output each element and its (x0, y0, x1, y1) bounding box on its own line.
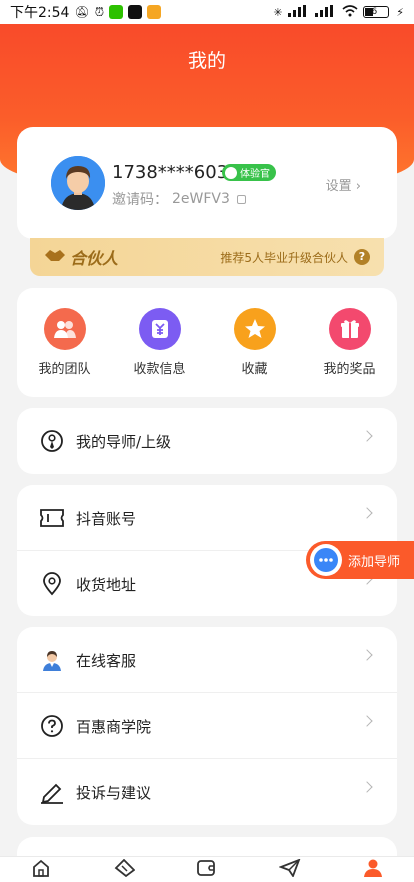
wechat-icon (109, 5, 124, 19)
nav-home[interactable] (0, 857, 83, 882)
page-title: 我的 (187, 50, 226, 72)
invite-label: 邀请码： (112, 192, 168, 208)
menu-item-mentor[interactable]: 我的导师/上级 (17, 408, 397, 474)
nav-coupons[interactable] (83, 857, 166, 882)
avatar[interactable] (51, 156, 105, 210)
partner-upgrade-hint: 推荐5人毕业升级合伙人 ? (220, 249, 370, 266)
quick-action-prizes[interactable]: 我的奖品 (302, 288, 397, 397)
partner-banner[interactable]: 合伙人 推荐5人毕业升级合伙人 ? (30, 238, 384, 276)
wallet-icon (196, 859, 218, 881)
status-time: 下午2:54 (10, 5, 70, 21)
quick-actions-card: 我的团队 收款信息 收藏 我的奖品 (17, 288, 397, 397)
customer-service-icon (39, 647, 65, 673)
quick-action-label: 收藏 (241, 362, 268, 377)
menu-item-service[interactable]: 在线客服 (17, 627, 397, 693)
add-mentor-button[interactable]: 添加导师 (306, 541, 414, 579)
status-badge: 体验官 (222, 164, 276, 181)
menu-item-label: 百惠商学院 (76, 717, 152, 736)
tiktok-icon (128, 5, 143, 19)
menu-item-label: 收货地址 (76, 575, 137, 594)
quick-action-label: 我的团队 (38, 362, 91, 377)
star-icon (233, 308, 276, 350)
copy-icon[interactable] (236, 194, 246, 204)
partner-hint-text: 推荐5人毕业升级合伙人 (220, 250, 348, 265)
app-icon (147, 5, 162, 19)
wifi-icon (342, 4, 358, 20)
invite-code-row[interactable]: 邀请码： 2eWFV3 (112, 189, 246, 209)
profile-card: 1738****603 体验官 邀请码： 2eWFV3 设置 › (17, 127, 397, 239)
phone-number: 1738****603 (112, 162, 229, 183)
alarm-icon: ⏰︎ (94, 4, 105, 19)
quick-action-team[interactable]: 我的团队 (17, 288, 112, 397)
menu-item-label: 我的导师/上级 (76, 432, 172, 451)
menu-item-academy[interactable]: 百惠商学院 (17, 693, 397, 759)
chevron-right-icon (361, 430, 373, 442)
help-icon[interactable]: ? (354, 249, 370, 265)
signal-icon (287, 4, 310, 20)
mute-icon: 🔕︎ (74, 5, 90, 19)
settings-link[interactable]: 设置 › (326, 175, 361, 194)
chevron-right-icon: › (355, 179, 361, 194)
menu-item-label: 投诉与建议 (76, 783, 152, 802)
bottom-nav (0, 856, 414, 882)
charging-icon: ⚡︎ (396, 5, 404, 19)
menu-item-feedback[interactable]: 投诉与建议 (17, 759, 397, 825)
send-icon (278, 857, 301, 881)
gift-icon (328, 308, 371, 350)
partner-logo-text: 合伙人 (70, 249, 119, 268)
signal-icon-2 (314, 4, 337, 20)
add-mentor-label: 添加导师 (348, 554, 401, 570)
quick-action-label: 我的奖品 (323, 362, 376, 377)
nav-messages[interactable] (248, 857, 331, 882)
mentor-icon (39, 428, 65, 454)
nav-wallet[interactable] (166, 857, 249, 882)
user-badge-icon (225, 166, 237, 179)
question-circle-icon (39, 713, 65, 739)
chevron-right-icon (361, 715, 373, 727)
badge-label: 体验官 (240, 169, 270, 180)
status-bar: 下午2:54 🔕︎ ⏰︎ ✳ 6 ⚡︎ (0, 0, 414, 24)
service-card: 在线客服 百惠商学院 投诉与建议 (17, 627, 397, 825)
settings-label: 设置 (325, 179, 352, 194)
handshake-icon (44, 247, 66, 267)
chevron-right-icon (361, 649, 373, 661)
quick-action-payment[interactable]: 收款信息 (112, 288, 207, 397)
edit-pencil-icon (39, 779, 65, 805)
battery-icon (362, 6, 389, 18)
chevron-right-icon (361, 507, 373, 519)
ticket-icon (113, 858, 136, 881)
payment-icon (138, 308, 181, 350)
invite-code: 2eWFV3 (172, 191, 230, 207)
chat-bubble-icon (310, 544, 342, 576)
ticket-icon (39, 505, 65, 531)
chevron-right-icon (361, 781, 373, 793)
nav-profile[interactable] (331, 857, 414, 882)
mentor-card: 我的导师/上级 (17, 408, 397, 474)
home-icon (31, 859, 51, 881)
location-pin-icon (39, 571, 65, 597)
quick-action-favorites[interactable]: 收藏 (207, 288, 302, 397)
partner-logo: 合伙人 (44, 245, 118, 269)
profile-icon (363, 859, 383, 881)
bluetooth-icon: ✳ (273, 5, 283, 19)
menu-item-label: 在线客服 (76, 651, 137, 670)
quick-action-label: 收款信息 (133, 362, 186, 377)
team-icon (43, 308, 86, 350)
menu-item-label: 抖音账号 (76, 509, 137, 528)
